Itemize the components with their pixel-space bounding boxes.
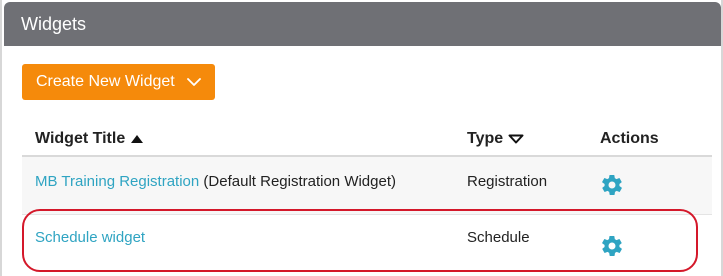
column-label-actions: Actions	[600, 130, 659, 147]
widgets-table: Widget Title Type Actions MB Training Re…	[22, 118, 712, 272]
sort-up-triangle-icon	[131, 135, 144, 143]
table-row: MB Training Registration (Default Regist…	[22, 157, 712, 215]
widget-type-cell: Registration	[467, 173, 548, 190]
gear-icon[interactable]	[600, 234, 624, 258]
widget-title-cell: MB Training Registration (Default Regist…	[35, 173, 396, 190]
widget-title-link[interactable]: MB Training Registration	[35, 173, 199, 190]
column-header-widget-title[interactable]: Widget Title	[35, 130, 144, 148]
chevron-down-icon	[187, 78, 201, 86]
column-header-actions: Actions	[600, 130, 659, 148]
column-label-widget-title: Widget Title	[35, 130, 126, 147]
create-new-widget-button[interactable]: Create New Widget	[22, 64, 215, 100]
column-label-type: Type	[467, 130, 504, 147]
sort-down-outline-triangle-icon	[508, 134, 524, 144]
column-header-type[interactable]: Type	[467, 130, 524, 148]
gear-icon[interactable]	[600, 173, 624, 197]
widget-actions-cell	[600, 173, 624, 197]
widget-title-link[interactable]: Schedule widget	[35, 229, 145, 246]
panel-header: Widgets	[4, 2, 721, 46]
table-header: Widget Title Type Actions	[22, 118, 712, 157]
table-row: Schedule widget Schedule	[22, 215, 712, 272]
widget-type-cell: Schedule	[467, 229, 530, 246]
create-new-widget-label: Create New Widget	[36, 73, 175, 90]
widget-title-note: (Default Registration Widget)	[203, 173, 396, 190]
widgets-panel: Widgets Create New Widget Widget Title T…	[0, 0, 723, 276]
widget-title-cell: Schedule widget	[35, 229, 145, 246]
page-title: Widgets	[21, 13, 87, 34]
widget-actions-cell	[600, 234, 624, 258]
